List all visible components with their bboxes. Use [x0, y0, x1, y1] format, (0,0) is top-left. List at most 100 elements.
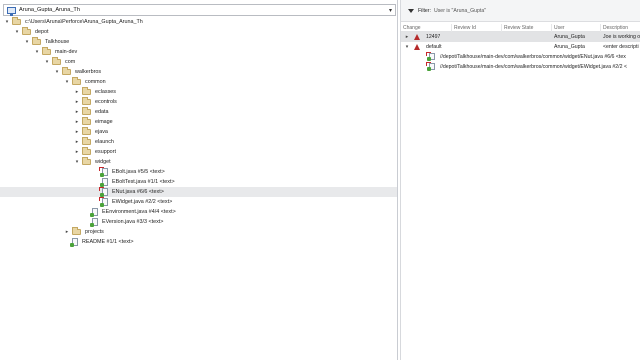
tree-item-label: walkerbros: [75, 69, 102, 75]
folder-icon: [82, 127, 91, 135]
tree-row[interactable]: ▸ edata: [0, 107, 397, 117]
filter-bar[interactable]: Filter: User is "Aruna_Gupta": [401, 0, 640, 22]
changelist-file-row[interactable]: //depot/Talkhouse/main-dev/com/walkerbro…: [401, 62, 640, 72]
tree-item-label: Talkhouse: [45, 39, 70, 45]
folder-icon: [42, 47, 51, 55]
tree-item-label: projects: [85, 229, 104, 235]
folder-icon: [52, 57, 61, 65]
chevron-down-icon[interactable]: ▾: [64, 77, 70, 87]
changelist-user: Aruna_Gupta: [554, 34, 585, 40]
folder-icon: [82, 87, 91, 95]
file-icon: [100, 178, 108, 187]
chevron-down-icon[interactable]: ▾: [14, 27, 20, 37]
tree-row[interactable]: ▸ ejava: [0, 127, 397, 137]
filter-value[interactable]: User is "Aruna_Gupta": [434, 8, 486, 14]
column-header-user[interactable]: User: [552, 24, 601, 32]
file-icon: [90, 218, 98, 227]
tree-row[interactable]: EBolt.java #5/5 <text>: [0, 167, 397, 177]
tree-item-label: elaunch: [95, 139, 114, 145]
tree-row[interactable]: ▾ common: [0, 77, 397, 87]
tree-item-label: depot: [35, 29, 49, 35]
chevron-right-icon[interactable]: ▸: [74, 127, 80, 137]
chevron-right-icon[interactable]: ▸: [74, 117, 80, 127]
chevron-down-icon[interactable]: ▾: [54, 67, 60, 77]
folder-icon: [82, 97, 91, 105]
folder-icon: [82, 117, 91, 125]
changelist-file-path: //depot/Talkhouse/main-dev/com/walkerbro…: [440, 54, 626, 60]
tree-item-label: EWidget.java #2/2 <text>: [112, 199, 173, 205]
changelist-file-path: //depot/Talkhouse/main-dev/com/walkerbro…: [440, 64, 627, 70]
checked-out-file-icon: [426, 52, 435, 61]
tree-row[interactable]: ▾ c:\Users\Aruna\Perforce\Aruna_Gupta_Aru…: [0, 17, 397, 27]
tree-item-label: main-dev: [55, 49, 78, 55]
tree-item-label: eimage: [95, 119, 113, 125]
column-header-review-id[interactable]: Review Id: [452, 24, 502, 32]
chevron-right-icon[interactable]: ▸: [74, 87, 80, 97]
tree-item-label: ejava: [95, 129, 108, 135]
changelist-user: Aruna_Gupta: [554, 44, 585, 50]
tree-row[interactable]: ▾ widget: [0, 157, 397, 167]
tree-item-label: EVersion.java #3/3 <text>: [102, 219, 164, 225]
chevron-down-icon[interactable]: ▾: [34, 47, 40, 57]
workspace-name: Aruna_Gupta_Aruna_Th: [19, 7, 80, 13]
tree-item-label: EBolt.java #5/5 <text>: [112, 169, 165, 175]
checked-out-file-icon: [99, 187, 108, 197]
chevron-down-icon[interactable]: ▾: [74, 157, 80, 167]
column-header-review-state[interactable]: Review State: [502, 24, 552, 32]
chevron-right-icon[interactable]: ▸: [74, 147, 80, 157]
chevron-right-icon[interactable]: ▸: [74, 97, 80, 107]
tree-row[interactable]: ▸ eimage: [0, 117, 397, 127]
chevron-down-icon[interactable]: ▾: [404, 42, 410, 52]
folder-icon: [32, 37, 41, 45]
file-icon: [70, 238, 78, 247]
tree-item-label: common: [85, 79, 106, 85]
tree-row[interactable]: ▾ com: [0, 57, 397, 67]
changelist-id: 12497: [426, 34, 441, 40]
filter-label: Filter:: [418, 7, 431, 14]
changelist-id: default: [426, 44, 442, 50]
chevron-right-icon[interactable]: ▸: [64, 227, 70, 237]
tree-item-label: edata: [95, 109, 109, 115]
tree-item-label: widget: [95, 159, 111, 165]
tree-item-label: README #1/1 <text>: [82, 239, 134, 245]
chevron-right-icon[interactable]: ▸: [74, 107, 80, 117]
chevron-down-icon[interactable]: ▾: [4, 17, 10, 27]
chevron-down-icon[interactable]: ▾: [24, 37, 30, 47]
chevron-down-icon[interactable]: ▾: [389, 7, 392, 14]
tree-row[interactable]: ▸ econtrols: [0, 97, 397, 107]
checked-out-file-icon: [99, 167, 108, 177]
tree-row[interactable]: EVersion.java #3/3 <text>: [0, 217, 397, 227]
folder-icon: [22, 27, 31, 35]
tree-row[interactable]: ▸ eclasses: [0, 87, 397, 97]
tree-row[interactable]: ▸ esupport: [0, 147, 397, 157]
chevron-right-icon[interactable]: ▸: [404, 32, 410, 42]
changelist-description: <enter descripti: [603, 44, 639, 50]
pending-changelist-icon: [414, 34, 420, 40]
column-header-change[interactable]: Change: [401, 24, 452, 32]
tree-item-label: ENut.java #6/6 <text>: [112, 189, 164, 195]
tree-row[interactable]: EBoltTest.java #1/1 <text>: [0, 177, 397, 187]
tree-row[interactable]: ▸ projects: [0, 227, 397, 237]
file-icon: [90, 208, 98, 217]
changelist-row[interactable]: ▾ default Aruna_Gupta <enter descripti: [401, 42, 640, 52]
changelist-row[interactable]: ▸ 12497 Aruna_Gupta Joe is working o: [401, 32, 640, 42]
checked-out-file-icon: [426, 62, 435, 71]
tree-row[interactable]: ▾ Talkhouse: [0, 37, 397, 47]
tree-row[interactable]: ▾ depot: [0, 27, 397, 37]
tree-row[interactable]: EWidget.java #2/2 <text>: [0, 197, 397, 207]
folder-icon: [72, 227, 81, 235]
tree-row[interactable]: README #1/1 <text>: [0, 237, 397, 247]
tree-row[interactable]: ▸ elaunch: [0, 137, 397, 147]
column-header-description[interactable]: Description: [601, 24, 640, 32]
tree-item-label: econtrols: [95, 99, 117, 105]
chevron-right-icon[interactable]: ▸: [74, 137, 80, 147]
tree-row[interactable]: ▾ walkerbros: [0, 67, 397, 77]
filter-icon[interactable]: [408, 8, 414, 13]
changelist-file-row[interactable]: //depot/Talkhouse/main-dev/com/walkerbro…: [401, 52, 640, 62]
tree-item-label: com: [65, 59, 76, 65]
tree-row[interactable]: EEnvironment.java #4/4 <text>: [0, 207, 397, 217]
chevron-down-icon[interactable]: ▾: [44, 57, 50, 67]
tree-row[interactable]: ▾ main-dev: [0, 47, 397, 57]
pending-changelists-pane: Filter: User is "Aruna_Gupta" Change Rev…: [400, 0, 640, 360]
tree-row[interactable]: ENut.java #6/6 <text>: [0, 187, 397, 197]
